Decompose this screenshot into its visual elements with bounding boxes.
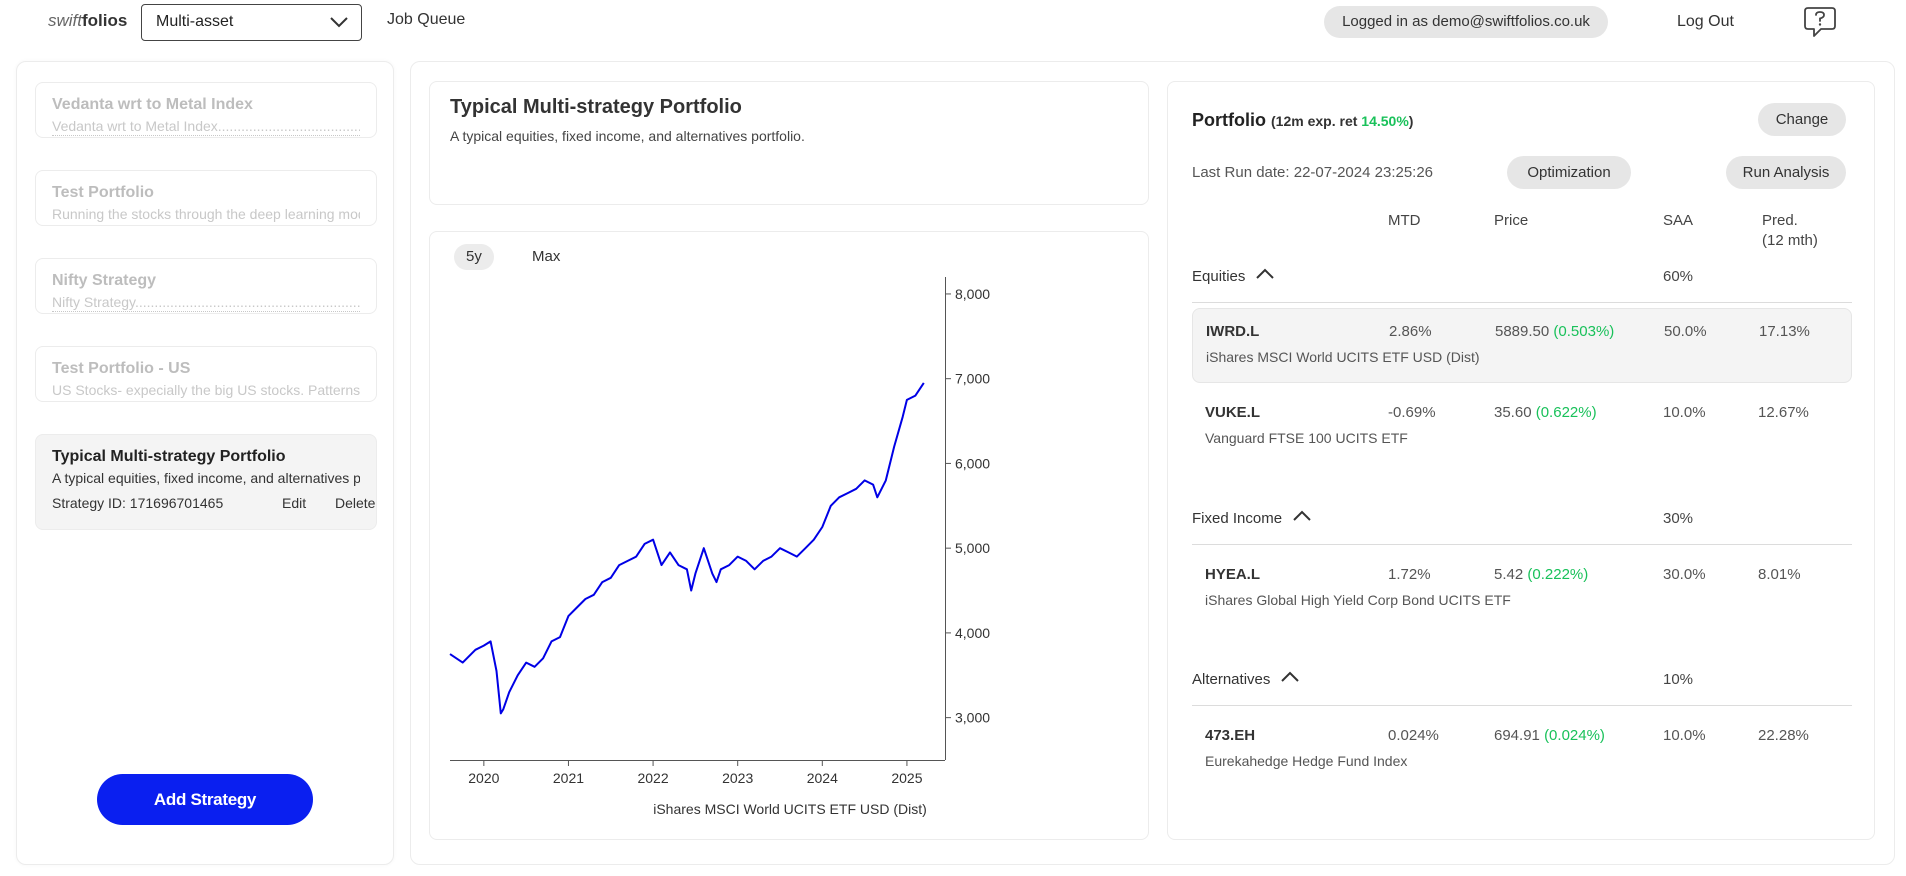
holding-mtd: -0.69%: [1388, 404, 1436, 421]
y-tick-label: 6,000: [955, 455, 990, 471]
x-tick-label: 2022: [637, 770, 668, 786]
holding-saa: 30.0%: [1663, 566, 1706, 583]
asset-class-select-value: Multi-asset: [156, 13, 234, 30]
x-axis-label: iShares MSCI World UCITS ETF USD (Dist): [653, 801, 927, 817]
holding-row[interactable]: VUKE.L Vanguard FTSE 100 UCITS ETF -0.69…: [1192, 390, 1852, 465]
expected-return-value: 14.50%: [1361, 113, 1409, 129]
strategy-card-selected[interactable]: Typical Multi-strategy Portfolio A typic…: [35, 434, 377, 530]
top-bar: swiftfolios Multi-asset Job Queue Logged…: [0, 0, 1906, 44]
strategy-card[interactable]: Test Portfolio Running the stocks throug…: [35, 170, 377, 226]
y-tick-label: 4,000: [955, 625, 990, 641]
y-tick-label: 5,000: [955, 540, 990, 556]
price-line-chart: 2020 2021 2022 2023 2024 2025 3,000 4,000 5,000 6…: [449, 277, 990, 817]
holding-ticker: IWRD.L: [1206, 323, 1260, 340]
strategy-description: US Stocks- expecially the big US stocks.…: [52, 382, 360, 398]
x-tick-label: 2020: [468, 770, 499, 786]
strategy-info-card: Typical Multi-strategy Portfolio A typic…: [429, 81, 1149, 205]
chevron-up-icon: [1293, 510, 1311, 521]
strategy-description: Nifty Strategy..........................…: [52, 294, 360, 312]
holding-name: iShares MSCI World UCITS ETF USD (Dist): [1206, 349, 1480, 365]
holding-saa: 10.0%: [1663, 404, 1706, 421]
run-analysis-button[interactable]: Run Analysis: [1726, 156, 1846, 189]
holding-mtd: 1.72%: [1388, 566, 1431, 583]
column-header-pred: Pred. (12 mth): [1762, 212, 1818, 249]
edit-strategy-link[interactable]: Edit: [282, 495, 306, 511]
holding-name: Vanguard FTSE 100 UCITS ETF: [1205, 430, 1408, 446]
strategy-title: Vedanta wrt to Metal Index: [52, 96, 253, 113]
chat-help-icon[interactable]: [1802, 5, 1838, 39]
group-header-alternatives[interactable]: Alternatives: [1192, 671, 1300, 688]
holding-name: Eurekahedge Hedge Fund Index: [1205, 753, 1408, 769]
strategy-card[interactable]: Test Portfolio - US US Stocks- expeciall…: [35, 346, 377, 402]
group-saa: 30%: [1663, 510, 1694, 527]
asset-class-select[interactable]: Multi-asset: [141, 4, 362, 41]
group-header-equities[interactable]: Equities: [1192, 268, 1275, 285]
holding-mtd: 2.86%: [1389, 323, 1432, 340]
portfolio-title: Portfolio (12m exp. ret 14.50%): [1192, 110, 1414, 130]
y-tick-label: 3,000: [955, 710, 990, 726]
x-tick-label: 2021: [553, 770, 584, 786]
holding-price: 5889.50 (0.503%): [1495, 323, 1615, 340]
holding-row[interactable]: 473.EH Eurekahedge Hedge Fund Index 0.02…: [1192, 713, 1852, 788]
portfolio-card: Portfolio (12m exp. ret 14.50%) Change L…: [1167, 81, 1875, 840]
group-saa: 10%: [1663, 671, 1694, 688]
x-tick-label: 2024: [807, 770, 838, 786]
strategy-title: Typical Multi-strategy Portfolio: [52, 448, 286, 465]
holding-row[interactable]: IWRD.L iShares MSCI World UCITS ETF USD …: [1192, 308, 1852, 383]
holding-ticker: HYEA.L: [1205, 566, 1261, 583]
job-queue-link[interactable]: Job Queue: [387, 11, 465, 29]
logged-in-badge: Logged in as demo@swiftfolios.co.uk: [1324, 6, 1608, 38]
chevron-up-icon: [1281, 671, 1300, 682]
divider: [1192, 302, 1852, 303]
holding-ticker: VUKE.L: [1205, 404, 1261, 421]
column-header-mtd: MTD: [1388, 212, 1421, 229]
x-tick-label: 2025: [891, 770, 922, 786]
strategy-title: Test Portfolio: [52, 184, 154, 201]
strategy-description: Running the stocks through the deep lear…: [52, 206, 360, 222]
strategy-description: A typical equities, fixed income, and al…: [450, 128, 805, 144]
holding-pred: 12.67%: [1758, 404, 1809, 421]
divider: [1192, 705, 1852, 706]
logo[interactable]: swiftfolios: [48, 11, 127, 31]
strategy-id: Strategy ID: 171696701465: [52, 495, 224, 511]
page-title: Typical Multi-strategy Portfolio: [450, 96, 742, 118]
strategy-card[interactable]: Nifty Strategy Nifty Strategy...........…: [35, 258, 377, 314]
optimization-button[interactable]: Optimization: [1507, 156, 1631, 189]
holding-mtd: 0.024%: [1388, 727, 1439, 744]
y-tick-label: 8,000: [955, 286, 990, 302]
holding-name: iShares Global High Yield Corp Bond UCIT…: [1205, 592, 1511, 608]
strategy-description: A typical equities, fixed income, and al…: [52, 470, 360, 486]
divider: [1192, 544, 1852, 545]
price-chart-card: 5y Max 2020 2021 2022 2023 2024 2025 3,000 4,00…: [429, 231, 1149, 840]
group-saa: 60%: [1663, 268, 1694, 285]
price-series-line: [449, 382, 925, 715]
holding-price: 35.60 (0.622%): [1494, 404, 1597, 421]
delete-strategy-link[interactable]: Delete: [335, 495, 375, 511]
column-header-price: Price: [1494, 212, 1529, 229]
holding-pred: 22.28%: [1758, 727, 1809, 744]
logout-link[interactable]: Log Out: [1677, 13, 1734, 31]
holding-price: 5.42 (0.222%): [1494, 566, 1589, 583]
chevron-down-icon: [330, 17, 348, 28]
holding-ticker: 473.EH: [1205, 727, 1256, 744]
x-tick-label: 2023: [722, 770, 753, 786]
strategy-title: Test Portfolio - US: [52, 360, 191, 377]
chevron-up-icon: [1256, 268, 1275, 279]
last-run-date: Last Run date: 22-07-2024 23:25:26: [1192, 164, 1434, 181]
strategy-card[interactable]: Vedanta wrt to Metal Index Vedanta wrt t…: [35, 82, 377, 138]
holding-saa: 10.0%: [1663, 727, 1706, 744]
change-button[interactable]: Change: [1758, 103, 1846, 136]
y-tick-label: 7,000: [955, 371, 990, 387]
add-strategy-button[interactable]: Add Strategy: [97, 774, 313, 825]
holding-row[interactable]: HYEA.L iShares Global High Yield Corp Bo…: [1192, 552, 1852, 627]
strategy-title: Nifty Strategy: [52, 272, 157, 289]
group-header-fixed-income[interactable]: Fixed Income: [1192, 510, 1312, 527]
column-header-saa: SAA: [1663, 212, 1694, 229]
holding-pred: 8.01%: [1758, 566, 1801, 583]
strategy-description: Vedanta wrt to Metal Index..............…: [52, 118, 360, 136]
holding-saa: 50.0%: [1664, 323, 1707, 340]
holding-price: 694.91 (0.024%): [1494, 727, 1605, 744]
strategy-sidebar: Vedanta wrt to Metal Index Vedanta wrt t…: [16, 61, 394, 865]
holding-pred: 17.13%: [1759, 323, 1810, 340]
